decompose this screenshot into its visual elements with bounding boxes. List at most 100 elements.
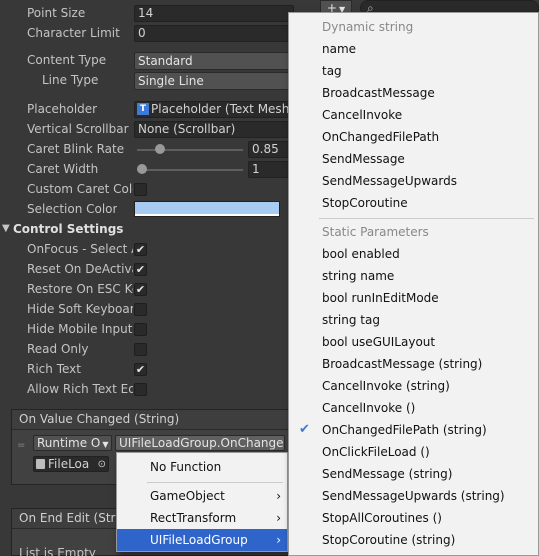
- component-menu-item-label: No Function: [150, 460, 222, 474]
- static-method-item-label: bool runInEditMode: [322, 291, 439, 305]
- submenu-chevron-icon: ›: [276, 489, 281, 503]
- static-method-item[interactable]: bool useGUILayout: [289, 331, 538, 353]
- list-empty-text: List is Empty: [19, 546, 96, 556]
- control-setting-toggle[interactable]: [134, 343, 147, 356]
- placeholder-value: Placeholder (Text Mesh: [151, 102, 290, 116]
- checkmark-icon: ✔: [299, 422, 310, 437]
- control-setting-toggle[interactable]: [134, 303, 147, 316]
- caret-width-slider-track[interactable]: [137, 169, 243, 171]
- on-value-changed-title: On Value Changed (String): [19, 412, 180, 426]
- static-header: Static Parameters: [289, 221, 538, 243]
- static-method-item-label: bool enabled: [322, 247, 400, 261]
- point-size-field[interactable]: 14: [134, 5, 294, 22]
- runtime-mode-dropdown[interactable]: Runtime O ▼: [33, 435, 112, 451]
- dynamic-method-item[interactable]: StopCoroutine: [289, 192, 538, 214]
- dynamic-method-item-label: OnChangedFilePath: [322, 130, 440, 144]
- control-setting-label: Reset On DeActiva: [27, 262, 133, 276]
- caret-blink-rate-label: Caret Blink Rate: [27, 142, 125, 156]
- dropdown-arrow-icon: ▼: [102, 440, 109, 449]
- line-type-dropdown[interactable]: Single Line: [134, 72, 294, 90]
- static-method-item-label: SendMessage (string): [322, 467, 453, 481]
- component-menu-item[interactable]: UIFileLoadGroup ›: [117, 529, 287, 551]
- function-dropdown[interactable]: UIFileLoadGroup.OnChange: [115, 435, 285, 451]
- dynamic-method-item-label: tag: [322, 64, 342, 78]
- dynamic-method-item-label: SendMessage: [322, 152, 405, 166]
- component-menu-item[interactable]: RectTransform ›: [117, 507, 287, 529]
- static-method-item[interactable]: string tag: [289, 309, 538, 331]
- dynamic-method-item-label: SendMessageUpwards: [322, 174, 457, 188]
- caret-blink-rate-slider-thumb[interactable]: [155, 144, 166, 154]
- static-method-item[interactable]: string name: [289, 265, 538, 287]
- alpha-bar: [135, 214, 279, 216]
- custom-caret-color-toggle[interactable]: [134, 183, 147, 196]
- vertical-scrollbar-field[interactable]: None (Scrollbar): [134, 121, 294, 138]
- static-method-item[interactable]: StopAllCoroutines (): [289, 507, 538, 529]
- dynamic-method-item[interactable]: OnChangedFilePath: [289, 126, 538, 148]
- static-method-item[interactable]: CancelInvoke (string): [289, 375, 538, 397]
- dynamic-header-label: Dynamic string: [322, 20, 414, 34]
- text-component-icon: T: [137, 103, 149, 115]
- dynamic-method-item[interactable]: CancelInvoke: [289, 104, 538, 126]
- submenu-chevron-icon: ›: [276, 511, 281, 525]
- control-setting-toggle[interactable]: ✔: [134, 283, 147, 296]
- control-setting-label: Restore On ESC Ke: [27, 282, 133, 296]
- component-menu-item[interactable]: No Function: [117, 456, 287, 478]
- method-menu: Dynamic string name tag BroadcastMessage Can…: [288, 12, 539, 556]
- component-menu-item-label: UIFileLoadGroup: [150, 533, 248, 547]
- caret-width-slider-thumb[interactable]: [137, 164, 147, 174]
- drag-handle-icon[interactable]: =: [17, 440, 25, 451]
- component-menu-item-label: GameObject: [150, 489, 225, 503]
- dynamic-method-item[interactable]: BroadcastMessage: [289, 82, 538, 104]
- menu-separator: [147, 482, 283, 483]
- static-method-item-label: OnChangedFilePath (string): [322, 423, 487, 437]
- static-method-item-label: string tag: [322, 313, 380, 327]
- static-method-item-label: BroadcastMessage (string): [322, 357, 483, 371]
- static-method-item[interactable]: OnClickFileLoad (): [289, 441, 538, 463]
- character-limit-field[interactable]: 0: [134, 25, 294, 42]
- static-method-item[interactable]: bool enabled: [289, 243, 538, 265]
- control-setting-toggle[interactable]: ✔: [134, 243, 147, 256]
- vertical-scrollbar-label: Vertical Scrollbar: [27, 122, 129, 136]
- content-type-label: Content Type: [27, 53, 107, 67]
- static-method-item[interactable]: StopCoroutine (string): [289, 529, 538, 551]
- dynamic-header: Dynamic string: [289, 16, 538, 38]
- static-method-item[interactable]: SendMessageUpwards (string): [289, 485, 538, 507]
- line-type-label: Line Type: [42, 73, 99, 87]
- static-method-item[interactable]: ✔ OnChangedFilePath (string): [289, 419, 538, 441]
- dynamic-method-item[interactable]: name: [289, 38, 538, 60]
- control-setting-toggle[interactable]: [134, 323, 147, 336]
- target-object-field[interactable]: FileLoa ⊙: [33, 456, 109, 472]
- component-menu-item[interactable]: GameObject ›: [117, 485, 287, 507]
- control-setting-toggle[interactable]: ✔: [134, 263, 147, 276]
- gameobject-icon: [36, 459, 45, 469]
- dynamic-method-item-label: BroadcastMessage: [322, 86, 435, 100]
- static-method-item-label: StopAllCoroutines (): [322, 511, 442, 525]
- runtime-mode-value: Runtime O: [37, 436, 101, 450]
- dynamic-method-item[interactable]: SendMessage: [289, 148, 538, 170]
- static-method-item-label: SendMessageUpwards (string): [322, 489, 505, 503]
- function-value: UIFileLoadGroup.OnChange: [119, 436, 284, 450]
- dynamic-method-item[interactable]: SendMessageUpwards: [289, 170, 538, 192]
- menu-separator: [319, 218, 534, 219]
- object-picker-icon[interactable]: ⊙: [98, 457, 106, 471]
- static-method-item[interactable]: SendMessage (string): [289, 463, 538, 485]
- dynamic-method-item[interactable]: tag: [289, 60, 538, 82]
- selection-color-swatch[interactable]: [134, 201, 280, 217]
- static-method-item-label: bool useGUILayout: [322, 335, 436, 349]
- static-method-item[interactable]: bool runInEditMode: [289, 287, 538, 309]
- dynamic-method-item-label: name: [322, 42, 357, 56]
- control-setting-toggle[interactable]: ✔: [134, 363, 147, 376]
- placeholder-label: Placeholder: [27, 102, 98, 116]
- static-method-item[interactable]: CancelInvoke (): [289, 397, 538, 419]
- content-type-dropdown[interactable]: Standard: [134, 52, 294, 70]
- static-method-item[interactable]: BroadcastMessage (string): [289, 353, 538, 375]
- control-setting-label: OnFocus - Select A: [27, 242, 133, 256]
- custom-caret-color-label: Custom Caret Colo: [27, 182, 133, 196]
- control-setting-toggle[interactable]: [134, 383, 147, 396]
- placeholder-field[interactable]: T Placeholder (Text Mesh: [134, 101, 294, 118]
- control-setting-label: Allow Rich Text Ed: [27, 382, 133, 396]
- static-header-label: Static Parameters: [322, 225, 429, 239]
- static-method-item-label: CancelInvoke (): [322, 401, 416, 415]
- foldout-arrow-icon: ▼: [2, 223, 10, 234]
- caret-blink-rate-slider-track[interactable]: [137, 149, 243, 151]
